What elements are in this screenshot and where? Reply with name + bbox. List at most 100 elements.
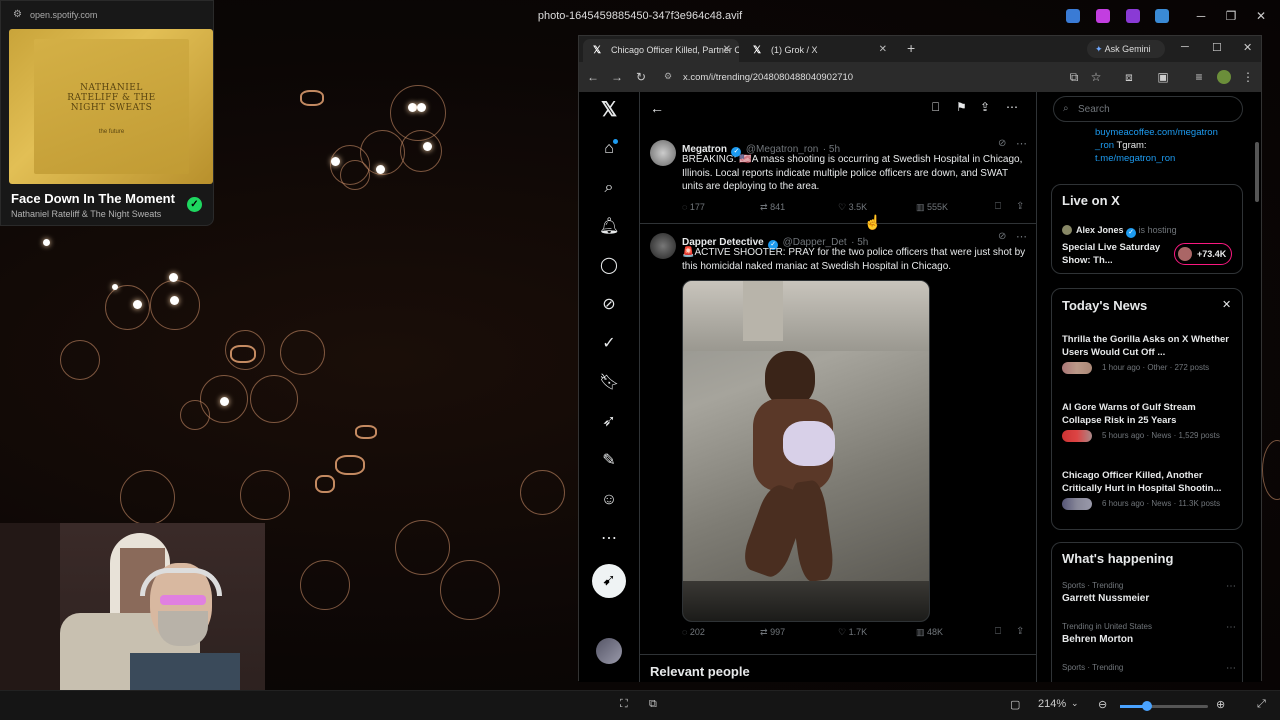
install-app-icon[interactable]: ⧉ bbox=[1067, 70, 1081, 85]
repost-button[interactable]: ⇄ 841 bbox=[760, 202, 785, 213]
ask-gemini-button[interactable]: ✦ Ask Gemini bbox=[1087, 40, 1165, 58]
tray-app-icon[interactable] bbox=[1155, 9, 1169, 23]
bookmark-icon[interactable]: ⎕ bbox=[932, 100, 939, 115]
url-field[interactable]: ⚙ x.com/i/trending/2048080488040902710 bbox=[655, 66, 1045, 88]
tab-chicago-officer[interactable]: 𝕏 Chicago Officer Killed, Partner C ✕ bbox=[583, 39, 739, 62]
grok-explain-icon[interactable]: ⊘ bbox=[998, 231, 1006, 242]
profile-bio-links[interactable]: buymeacoffee.com/megatron _ron Tgram: t.… bbox=[1095, 126, 1218, 165]
close-icon[interactable]: ✕ bbox=[1243, 41, 1252, 54]
new-tab-button[interactable]: + bbox=[907, 40, 915, 56]
heart-icon: ♡ bbox=[838, 627, 847, 637]
search-icon: ⌕ bbox=[1063, 103, 1069, 114]
live-show-title[interactable]: Special Live Saturday Show: Th... bbox=[1062, 241, 1172, 267]
text-select-icon[interactable]: ⧉ bbox=[649, 698, 657, 711]
minimize-icon[interactable]: ─ bbox=[1181, 41, 1189, 53]
reading-list-icon[interactable]: ≡ bbox=[1192, 70, 1206, 84]
scrollbar[interactable] bbox=[1255, 142, 1259, 202]
bookmark-star-icon[interactable]: ☆ bbox=[1089, 70, 1103, 84]
tweet[interactable]: Dapper Detective ✓ @Dapper_Det · 5h ⊘ ⋯ … bbox=[640, 225, 1036, 655]
views-button[interactable]: ▥ 48K bbox=[916, 627, 943, 638]
report-flag-icon[interactable]: ⚑ bbox=[956, 100, 967, 114]
trend-more-icon[interactable]: ⋯ bbox=[1226, 581, 1236, 592]
like-button[interactable]: ♡ 1.7K bbox=[838, 627, 867, 638]
post-button[interactable]: ➹ bbox=[592, 564, 626, 598]
spotify-mini-player[interactable]: ⚙ open.spotify.com NATHANIEL RATELIFF & … bbox=[0, 0, 214, 226]
share-icon[interactable]: ⇪ bbox=[1016, 626, 1024, 637]
tweet-media-image[interactable] bbox=[682, 280, 930, 622]
communities-icon[interactable]: ✓ bbox=[599, 334, 619, 354]
tab-search-icon[interactable]: ▣ bbox=[1156, 70, 1170, 84]
maximize-icon[interactable]: ❐ bbox=[1217, 6, 1245, 26]
search-input[interactable]: ⌕ Search bbox=[1053, 96, 1243, 122]
live-listeners-badge[interactable]: +73.4K bbox=[1174, 243, 1232, 265]
like-button[interactable]: ♡ 3.5K bbox=[838, 202, 867, 213]
trend-more-icon[interactable]: ⋯ bbox=[1226, 622, 1236, 633]
menu-kebab-icon[interactable]: ⋮ bbox=[1241, 70, 1255, 84]
close-icon[interactable]: ✕ bbox=[1222, 298, 1231, 311]
zoom-slider[interactable] bbox=[1120, 701, 1208, 711]
close-icon[interactable]: ✕ bbox=[1247, 6, 1275, 26]
tweet-more-icon[interactable]: ⋯ bbox=[1016, 137, 1027, 150]
back-arrow-icon[interactable]: ← bbox=[650, 100, 664, 116]
tray-app-icon[interactable] bbox=[1066, 9, 1080, 23]
site-info-icon[interactable]: ⚙ bbox=[664, 71, 672, 82]
profile-icon[interactable]: ☺ bbox=[599, 490, 619, 510]
tray-app-icon[interactable] bbox=[1096, 9, 1110, 23]
more-options-icon[interactable]: ⋯ bbox=[1006, 100, 1018, 114]
reload-icon[interactable]: ↻ bbox=[634, 70, 648, 84]
tweet-more-icon[interactable]: ⋯ bbox=[1016, 230, 1027, 243]
bookmarks-icon[interactable]: 🔖︎ bbox=[599, 373, 619, 393]
messages-icon[interactable]: ◯ bbox=[599, 256, 619, 276]
views-button[interactable]: ▥ 555K bbox=[916, 202, 948, 213]
actual-size-icon[interactable]: ▢ bbox=[1010, 698, 1020, 711]
notifications-bell-icon[interactable]: 🔔︎ bbox=[599, 217, 619, 237]
news-item[interactable]: Al Gore Warns of Gulf Stream Collapse Ri… bbox=[1062, 401, 1236, 442]
news-item[interactable]: Chicago Officer Killed, Another Critical… bbox=[1062, 469, 1236, 510]
minimize-icon[interactable]: ─ bbox=[1187, 6, 1215, 26]
avatar[interactable] bbox=[650, 140, 676, 166]
bookmark-icon[interactable]: ⎕ bbox=[995, 626, 1001, 637]
share-icon[interactable]: ⇪ bbox=[980, 100, 990, 114]
reply-button[interactable]: ◌ 177 bbox=[682, 202, 705, 212]
x-home-logo-icon[interactable]: 𝕏 bbox=[599, 100, 619, 120]
back-icon[interactable]: ← bbox=[586, 70, 600, 84]
tray-app-icon[interactable] bbox=[1126, 9, 1140, 23]
close-tab-icon[interactable]: ✕ bbox=[723, 44, 731, 55]
grok-explain-icon[interactable]: ⊘ bbox=[998, 138, 1006, 149]
trend-item[interactable]: Sports · Trending Garrett Nussmeier ⋯ bbox=[1062, 581, 1236, 604]
trend-item[interactable]: Sports · Trending ⋯ bbox=[1062, 663, 1236, 674]
close-tab-icon[interactable]: ✕ bbox=[879, 44, 887, 55]
forward-icon[interactable]: → bbox=[610, 70, 624, 84]
more-icon[interactable]: ⋯ bbox=[599, 529, 619, 549]
explore-search-icon[interactable]: ⌕ bbox=[599, 178, 619, 198]
zoom-out-icon[interactable]: ⊖ bbox=[1098, 698, 1107, 711]
repost-button[interactable]: ⇄ 997 bbox=[760, 627, 785, 638]
extensions-icon[interactable]: ⧈ bbox=[1122, 70, 1136, 85]
fit-screen-icon[interactable]: ⛶ bbox=[620, 698, 628, 711]
live-host[interactable]: Alex Jones ✓ is hosting bbox=[1062, 225, 1177, 238]
news-item[interactable]: Thrilla the Gorilla Asks on X Whether Us… bbox=[1062, 333, 1236, 374]
trend-more-icon[interactable]: ⋯ bbox=[1226, 663, 1236, 674]
share-icon[interactable]: ⇪ bbox=[1016, 201, 1024, 212]
profile-avatar[interactable] bbox=[1217, 70, 1231, 84]
reply-button[interactable]: ◌ 202 bbox=[682, 627, 705, 637]
x-logo-icon: 𝕏 bbox=[593, 45, 602, 56]
jobs-rocket-icon[interactable]: ➶ bbox=[599, 412, 619, 432]
site-settings-icon[interactable]: ⚙ bbox=[13, 9, 22, 20]
zoom-level[interactable]: 214% bbox=[1038, 698, 1066, 710]
saved-check-icon[interactable]: ✓ bbox=[187, 197, 202, 212]
grok-icon[interactable]: ⊘ bbox=[599, 295, 619, 315]
tab-grok[interactable]: 𝕏 (1) Grok / X ✕ bbox=[743, 39, 895, 62]
maximize-icon[interactable]: ☐ bbox=[1212, 41, 1222, 54]
avatar bbox=[1178, 247, 1192, 261]
account-avatar[interactable] bbox=[596, 638, 622, 664]
zoom-dropdown-icon[interactable]: ⌄ bbox=[1071, 698, 1079, 709]
zoom-in-icon[interactable]: ⊕ bbox=[1216, 698, 1225, 711]
bookmark-icon[interactable]: ⎕ bbox=[995, 201, 1001, 212]
tweet[interactable]: Megatron ✓ @Megatron_ron · 5h ⊘ ⋯ BREAKI… bbox=[640, 132, 1036, 224]
avatar[interactable] bbox=[650, 233, 676, 259]
articles-icon[interactable]: ✎ bbox=[599, 451, 619, 471]
reply-icon: ◌ bbox=[682, 202, 688, 212]
fullscreen-icon[interactable]: ⤢ bbox=[1257, 698, 1266, 711]
trend-item[interactable]: Trending in United States Behren Morton … bbox=[1062, 622, 1236, 645]
